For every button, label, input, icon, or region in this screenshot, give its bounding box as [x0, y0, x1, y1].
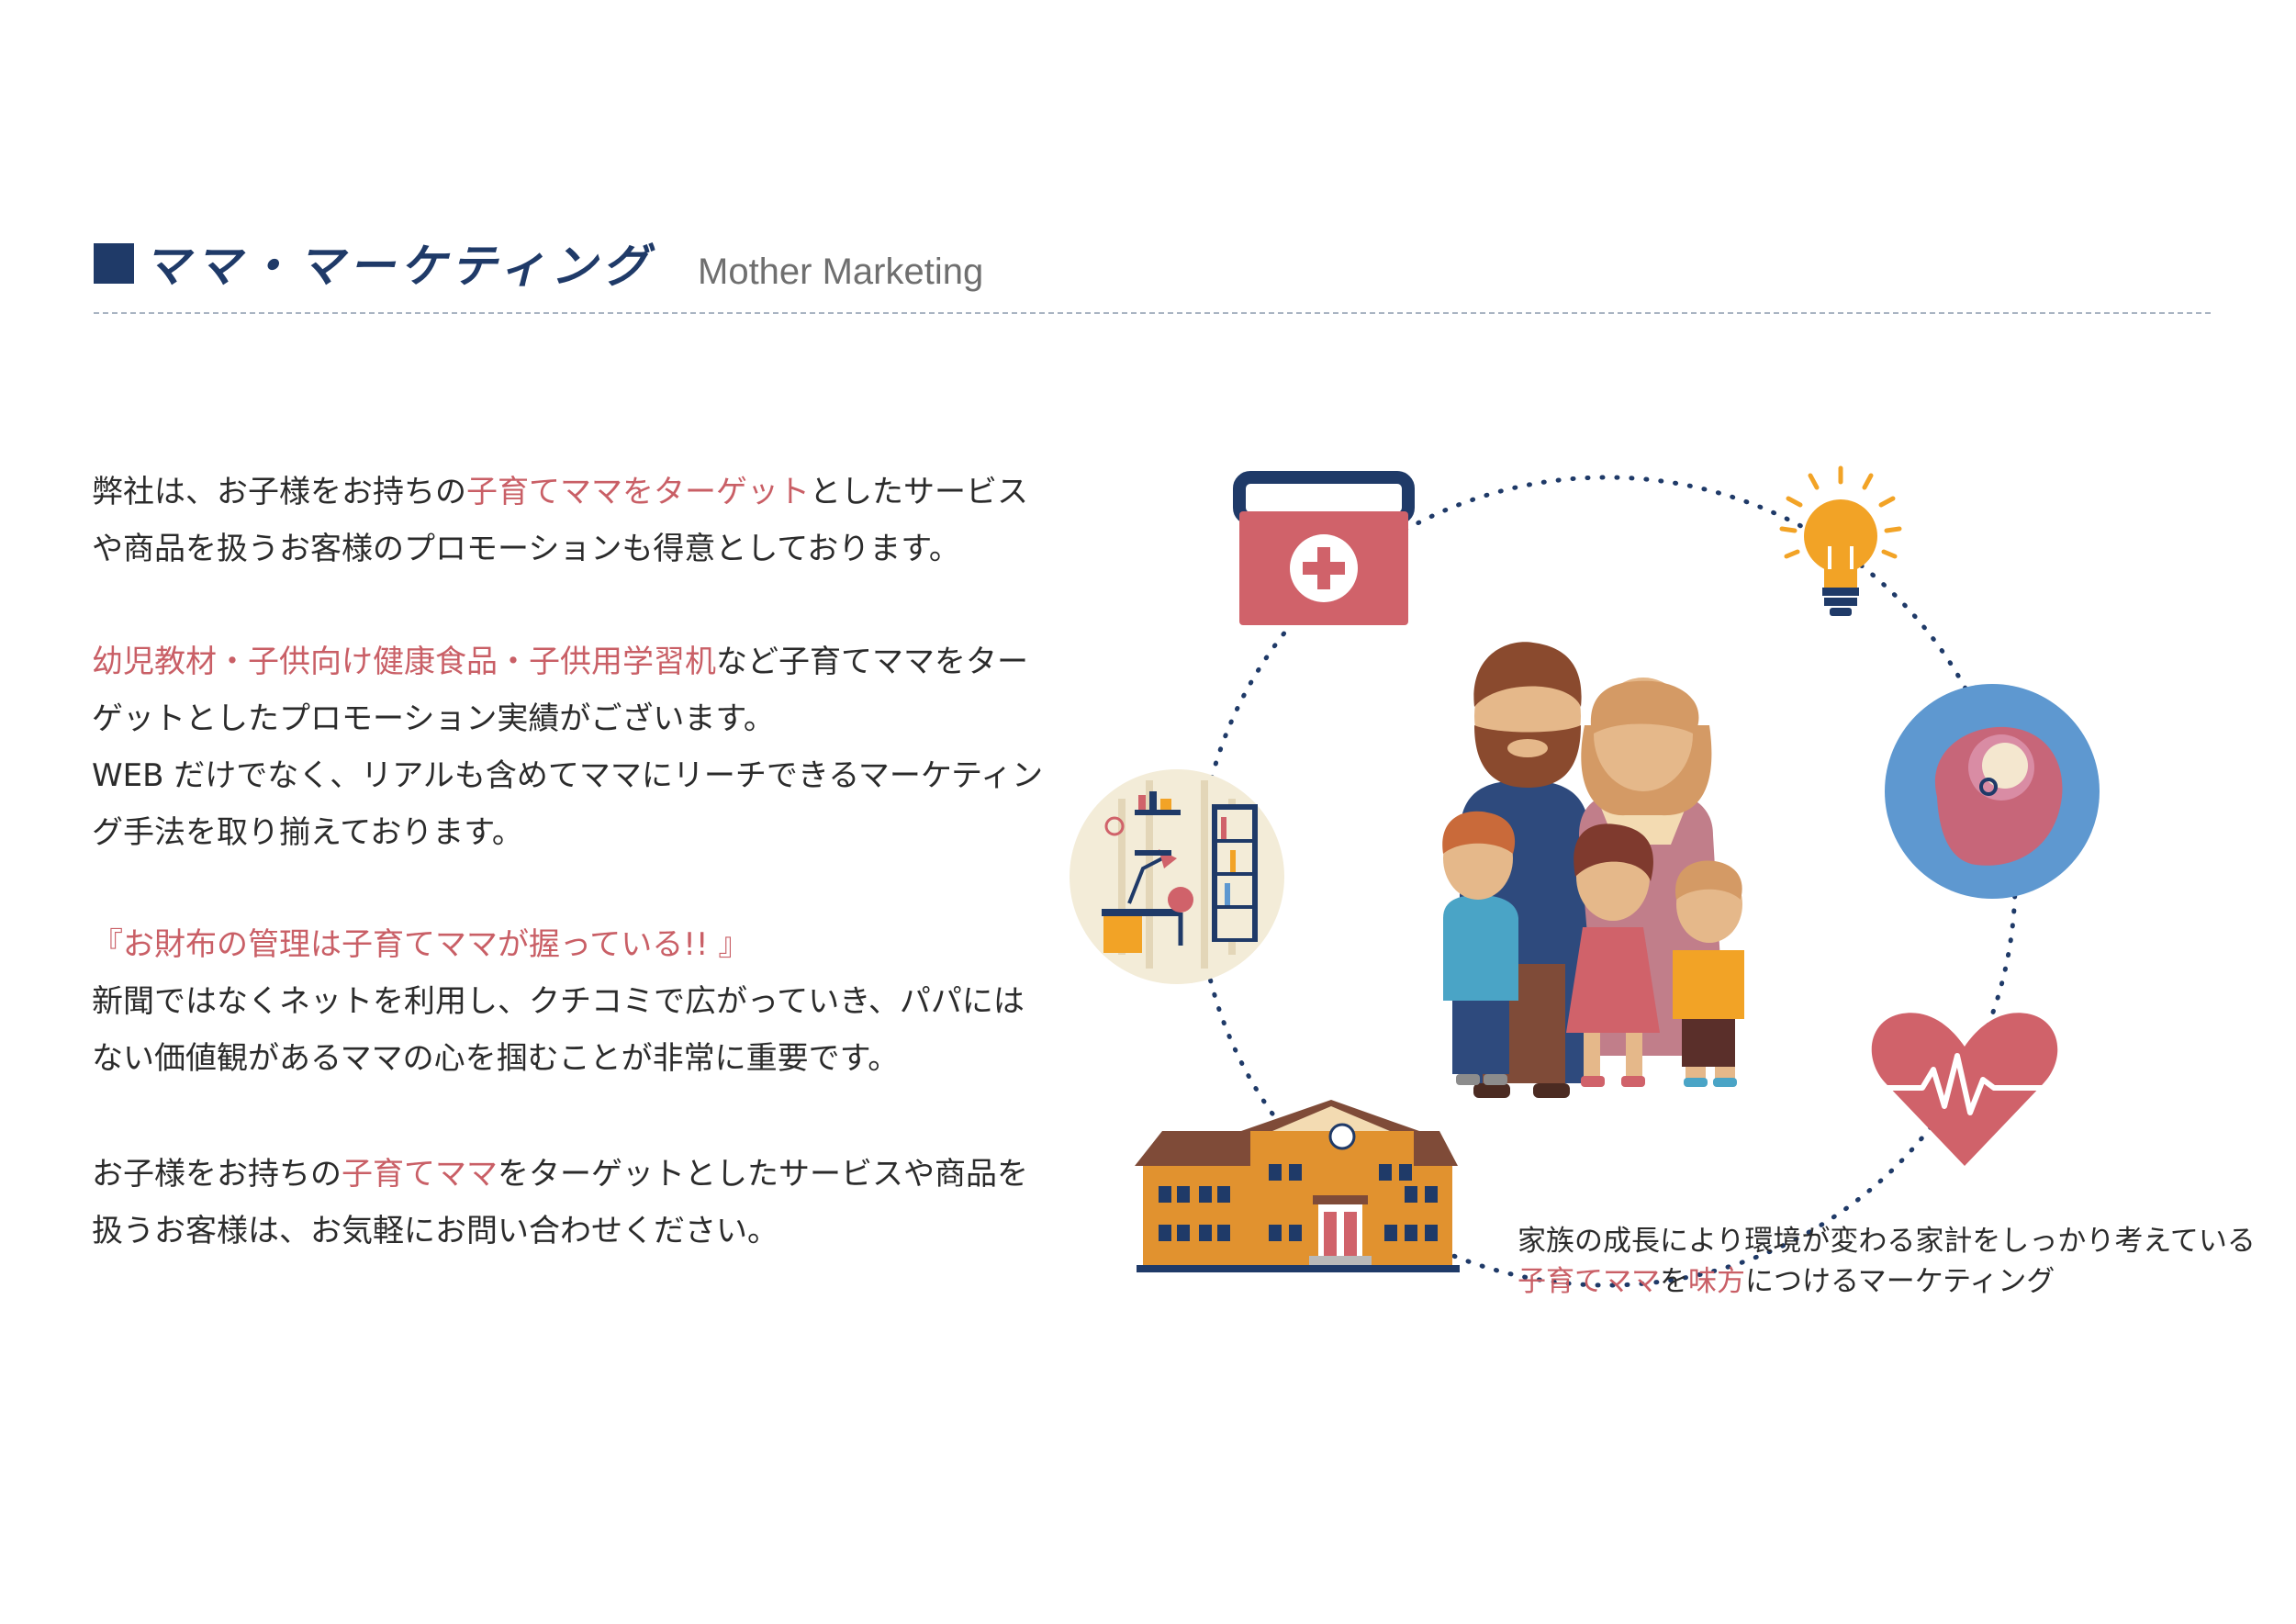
text: 扱うお客様は、お気軽にお問い合わせください。 — [92, 1213, 778, 1249]
text: をターゲットとしたサービスや商品を — [498, 1156, 1028, 1193]
text: としたサービス — [810, 474, 1028, 510]
first-aid-kit-icon — [1233, 471, 1415, 625]
text: 新聞ではなくネットを利用し、クチコミで広がっていき、パパには — [92, 983, 1025, 1020]
illustration-caption: 家族の成長により環境が変わる家計をしっかり考えている 子育てママを味方につけるマ… — [1518, 1221, 2256, 1302]
text: 弊社は、お子様をお持ちの — [92, 474, 466, 510]
highlight-text: 幼児教材・子供向け健康食品・子供用学習机 — [92, 644, 716, 680]
highlight-text: 味方 — [1688, 1265, 1745, 1298]
text: グ手法を取り揃えております。 — [92, 814, 523, 851]
highlight-text: 子育てママをターゲット — [466, 474, 810, 510]
highlight-text: 子育てママ — [1518, 1265, 1660, 1298]
illustration — [1070, 465, 2100, 1288]
title-marker — [94, 243, 134, 284]
text: 家族の成長により環境が変わる家計をしっかり考えている — [1518, 1225, 2256, 1258]
page-title: ママ・マーケティング — [143, 239, 654, 293]
heart-pulse-icon — [1871, 1013, 2058, 1166]
paragraph-contact: お子様をお持ちの子育てママをターゲットとしたサービスや商品を 扱うお客様は、お気… — [92, 1146, 1065, 1260]
title-divider — [94, 312, 2211, 314]
school-building-icon — [1135, 1100, 1460, 1272]
study-desk-icon — [1070, 769, 1284, 984]
text: ゲットとしたプロモーション実績がございます。 — [92, 700, 775, 737]
page-subtitle: Mother Marketing — [698, 252, 984, 292]
text: を — [1660, 1265, 1688, 1298]
text: ない価値観があるママの心を掴むことが非常に重要です。 — [92, 1040, 900, 1077]
text: につけるマーケティング — [1745, 1265, 2055, 1298]
highlight-text: 『お財布の管理は子育てママが握っている!! 』 — [92, 926, 750, 963]
light-bulb-icon — [1779, 465, 1902, 616]
text: WEB だけでなく、リアルも含めてママにリーチできるマーケティン — [92, 757, 1044, 794]
text: や商品を扱うお客様のプロモーションも得意としております。 — [92, 531, 960, 567]
baby-icon — [1885, 684, 2100, 899]
highlight-text: 子育てママ — [342, 1156, 498, 1193]
paragraph-wallet: 『お財布の管理は子育てママが握っている!! 』 新聞ではなくネットを利用し、クチ… — [92, 916, 1065, 1087]
family-icon — [1442, 642, 1744, 1098]
paragraph-achievements: 幼児教材・子供向け健康食品・子供用学習机など子育てママをター ゲットとしたプロモ… — [92, 633, 1065, 861]
paragraph-intro: 弊社は、お子様をお持ちの子育てママをターゲットとしたサービス や商品を扱うお客様… — [92, 464, 1065, 577]
text: など子育てママをター — [716, 644, 1028, 680]
text: お子様をお持ちの — [92, 1156, 342, 1193]
